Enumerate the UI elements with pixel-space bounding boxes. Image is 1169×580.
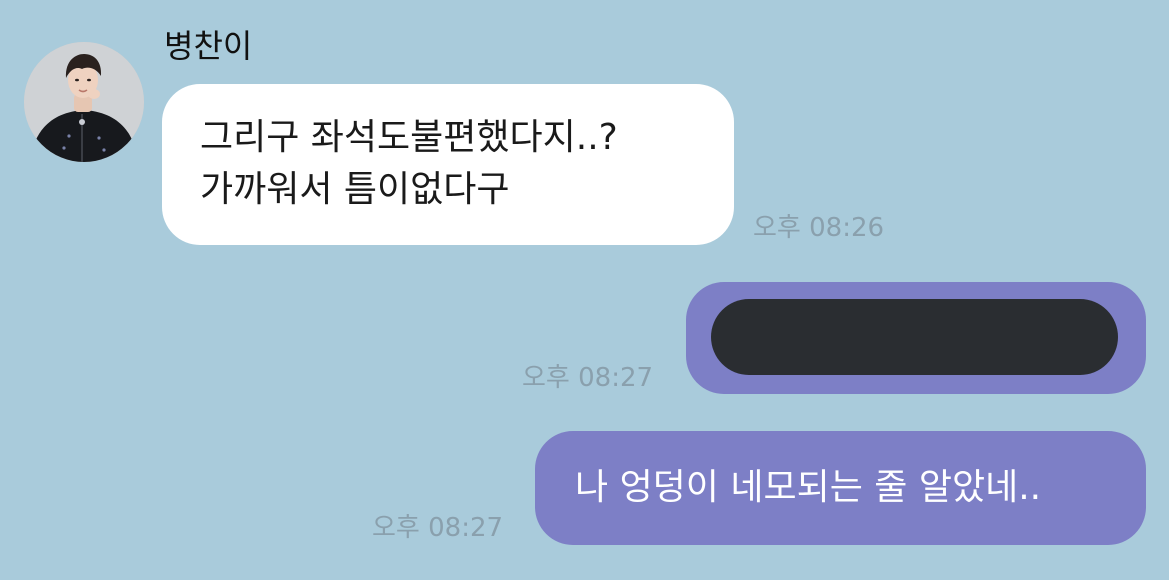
chat-window: 병찬이 그리구 좌석도불편했다지..? 가까워서 틈이없다구 오후 08:26 … (0, 0, 1169, 580)
message-text: 나 엉덩이 네모되는 줄 알았네.. (575, 467, 1042, 508)
message-timestamp: 오후 08:26 (753, 213, 885, 243)
outgoing-message-bubble[interactable] (686, 282, 1146, 394)
message-timestamp: 오후 08:27 (522, 363, 654, 393)
message-text-line: 그리구 좌석도불편했다지..? (200, 117, 618, 158)
message-text-line: 가까워서 틈이없다구 (200, 169, 510, 210)
avatar[interactable] (24, 42, 144, 162)
avatar-photo (24, 42, 144, 162)
message-timestamp: 오후 08:27 (372, 513, 504, 543)
incoming-message-bubble[interactable]: 그리구 좌석도불편했다지..? 가까워서 틈이없다구 (162, 84, 734, 245)
sender-name: 병찬이 (164, 27, 253, 65)
outgoing-message-bubble[interactable]: 나 엉덩이 네모되는 줄 알았네.. (535, 431, 1146, 545)
redacted-message-content (711, 299, 1118, 375)
